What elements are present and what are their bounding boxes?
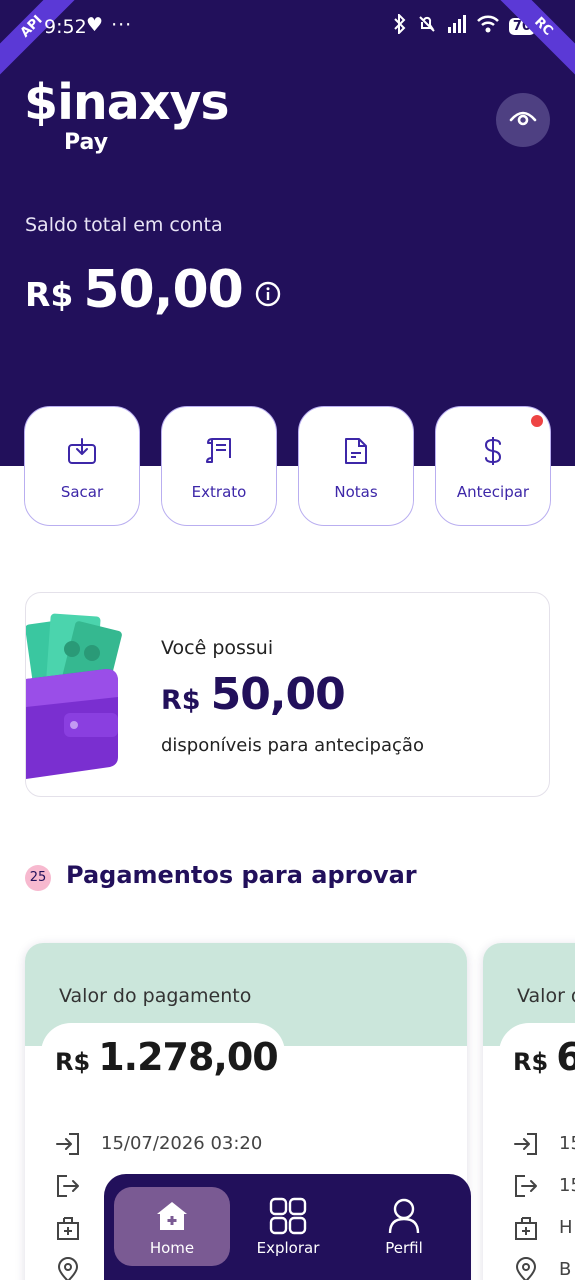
anticipation-promo-card[interactable]: Você possui R$ 50,00 disponíveis para an… <box>25 592 550 797</box>
balance-currency: R$ <box>25 274 74 314</box>
payment-date-out: 15 <box>559 1175 575 1196</box>
dollar-icon <box>482 435 504 467</box>
nav-label: Explorar <box>256 1239 320 1257</box>
action-label: Extrato <box>191 483 247 501</box>
hospital-icon <box>513 1215 539 1241</box>
action-antecipar-button[interactable]: Antecipar <box>435 406 551 526</box>
promo-intro-text: Você possui <box>161 637 274 659</box>
logout-icon <box>55 1173 81 1199</box>
promo-description: disponíveis para antecipação <box>161 735 424 756</box>
payment-value: 1.278,00 <box>98 1035 279 1079</box>
info-icon[interactable] <box>255 281 281 307</box>
wifi-icon <box>477 15 499 37</box>
logo-wordmark: $inaxys <box>24 74 230 131</box>
payment-location: B <box>559 1259 572 1280</box>
hospital-icon <box>55 1215 81 1241</box>
payment-label: Valor do pagamento <box>59 985 252 1007</box>
nav-explorar[interactable]: Explorar <box>230 1187 346 1266</box>
download-icon <box>67 435 97 467</box>
action-sacar-button[interactable]: Sacar <box>24 406 140 526</box>
mute-icon <box>417 14 437 38</box>
payment-value: 6 <box>556 1035 575 1079</box>
rc-ribbon: RC <box>492 0 575 78</box>
payment-card[interactable]: Valor d R$ 6 15 15 H B <box>483 943 575 1280</box>
logout-icon <box>513 1173 539 1199</box>
wallet-money-illustration <box>26 613 122 779</box>
payment-date-in: 15 <box>559 1133 575 1154</box>
grid-icon <box>269 1197 307 1235</box>
nav-label: Home <box>149 1239 195 1257</box>
logo-subtitle: Pay <box>64 130 109 155</box>
app-logo: $inaxys Pay <box>24 74 230 155</box>
nav-label: Perfil <box>385 1239 423 1257</box>
login-icon <box>55 1131 81 1157</box>
location-pin-icon <box>55 1257 81 1280</box>
header: API 9:52 ♥ ··· 70 RC $inaxys Pay Saldo t… <box>0 0 575 466</box>
api-ribbon: API <box>0 0 83 78</box>
action-label: Notas <box>334 483 378 501</box>
section-title: Pagamentos para aprovar <box>66 861 417 889</box>
nav-perfil[interactable]: Perfil <box>346 1187 462 1266</box>
status-time: 9:52 <box>44 16 87 38</box>
home-screen: API 9:52 ♥ ··· 70 RC $inaxys Pay Saldo t… <box>0 0 575 1280</box>
promo-amount: R$ 50,00 <box>161 669 346 720</box>
payment-currency: R$ <box>55 1048 91 1076</box>
signal-icon <box>447 15 467 37</box>
action-extrato-button[interactable]: Extrato <box>161 406 277 526</box>
toggle-balance-visibility-button[interactable] <box>496 93 550 147</box>
document-icon <box>343 435 369 467</box>
bottom-navigation: Home Explorar Perfil <box>104 1174 471 1280</box>
notification-dot <box>529 413 545 429</box>
payment-facility: H <box>559 1217 573 1238</box>
nav-home[interactable]: Home <box>114 1187 230 1266</box>
login-icon <box>513 1131 539 1157</box>
payment-label: Valor d <box>517 985 575 1007</box>
status-notification-icons: ♥ ··· <box>86 14 133 36</box>
payment-amount: R$ 1.278,00 <box>55 1035 279 1079</box>
payment-amount: R$ 6 <box>513 1035 575 1079</box>
action-label: Antecipar <box>456 483 530 501</box>
home-icon <box>155 1197 189 1235</box>
payment-date-in: 15/07/2026 03:20 <box>101 1133 263 1154</box>
receipt-icon <box>204 435 234 467</box>
action-notas-button[interactable]: Notas <box>298 406 414 526</box>
balance-label: Saldo total em conta <box>25 214 223 236</box>
balance-value: 50,00 <box>83 260 243 320</box>
payment-currency: R$ <box>513 1048 549 1076</box>
status-system-icons: 70 <box>393 12 535 38</box>
promo-currency: R$ <box>161 685 201 716</box>
status-bar: API 9:52 ♥ ··· 70 RC <box>0 0 575 78</box>
balance-display: R$ 50,00 <box>25 260 281 320</box>
user-icon <box>387 1197 421 1235</box>
action-label: Sacar <box>60 483 104 501</box>
eye-icon <box>509 108 537 132</box>
promo-value: 50,00 <box>210 669 346 720</box>
pending-count-badge: 25 <box>25 865 51 891</box>
location-pin-icon <box>513 1257 539 1280</box>
bluetooth-icon <box>393 12 407 38</box>
